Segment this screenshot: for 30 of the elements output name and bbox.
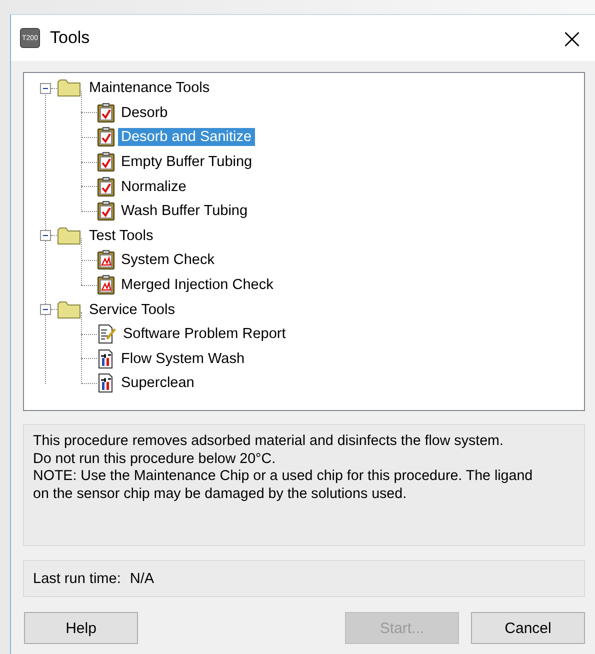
tree-item[interactable]: Desorb <box>118 104 171 122</box>
dialog-button[interactable]: Cancel <box>471 612 585 644</box>
collapse-toggle[interactable] <box>40 82 51 94</box>
tree-folder[interactable]: Test Tools <box>86 226 156 245</box>
folder-icon <box>57 226 83 246</box>
tree-item[interactable]: Merged Injection Check <box>118 276 276 294</box>
tree-item[interactable]: Normalize <box>118 178 190 196</box>
tree-folder[interactable]: Maintenance Tools <box>86 79 213 98</box>
close-button[interactable]: × <box>549 15 595 61</box>
description-text: Do not run this procedure below 20°C. <box>33 450 277 468</box>
tree-item[interactable]: Wash Buffer Tubing <box>118 202 251 220</box>
window-title: Tools <box>50 28 90 48</box>
tree-item[interactable]: Flow System Wash <box>118 350 248 368</box>
tree-item[interactable]: System Check <box>118 251 218 270</box>
last-run-label: Last run time: <box>33 570 121 586</box>
collapse-toggle[interactable] <box>40 230 51 242</box>
tree-item[interactable]: Software Problem Report <box>120 325 289 344</box>
tree-item[interactable]: Superclean <box>118 374 198 392</box>
document-tools-icon <box>97 373 115 394</box>
description-text: NOTE: Use the Maintenance Chip or a used chip for this procedure. The ligand on the sensor chip may be damaged by the solutions used. <box>33 468 534 503</box>
document-tools-icon <box>97 348 115 369</box>
document-pencil-icon <box>97 324 117 344</box>
collapse-toggle[interactable] <box>40 304 51 316</box>
tree-folder[interactable]: Service Tools <box>86 300 178 319</box>
folder-icon <box>57 300 83 320</box>
last-run-value: N/A <box>130 570 154 586</box>
tree-item[interactable]: Empty Buffer Tubing <box>118 153 256 172</box>
description-text: This procedure removes adsorbed material and disinfects the flow system. <box>33 433 504 450</box>
dialog-button[interactable]: Help <box>24 612 138 644</box>
folder-icon <box>57 78 83 98</box>
